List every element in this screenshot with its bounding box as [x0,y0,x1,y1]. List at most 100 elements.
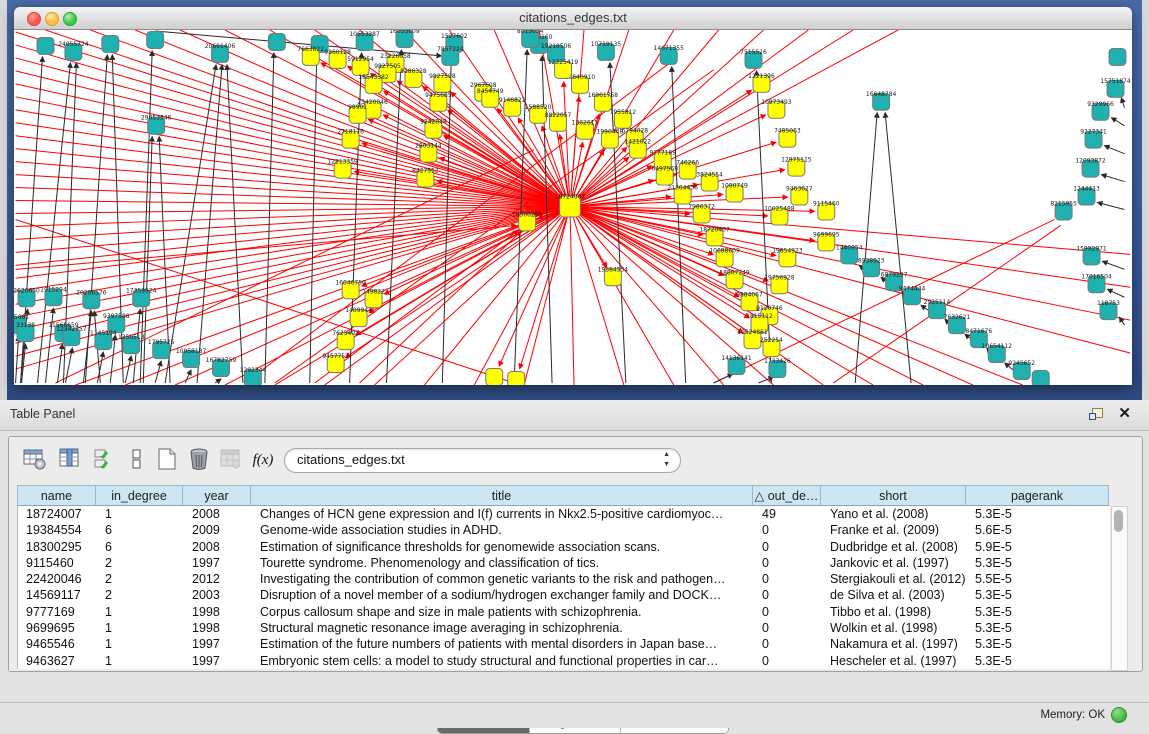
table-cell[interactable]: Franke et al. (2009) [822,522,967,538]
column-header-name[interactable]: name [17,485,96,506]
table-cell[interactable]: 18724007 [18,506,97,522]
table-cell[interactable]: 9699695 [18,620,97,636]
table-cell[interactable]: 0 [754,636,822,652]
table-cell[interactable]: 18300295 [18,539,97,555]
table-cell[interactable]: 2 [97,571,184,587]
table-row[interactable]: 1872400712008Changes of HCN gene express… [18,506,1110,522]
table-cell[interactable]: de Silva et al. (2003) [822,587,967,603]
table-cell[interactable]: 5.9E-5 [967,539,1110,555]
table-cell[interactable]: 2009 [184,522,252,538]
table-cell[interactable]: Structural magnetic resonance image aver… [252,620,754,636]
graph-node[interactable] [1032,371,1049,385]
table-cell[interactable]: 5.6E-5 [967,522,1110,538]
network-window-titlebar[interactable]: citations_edges.txt [14,7,1132,30]
table-cell[interactable]: Nakamura et al. (1997) [822,636,967,652]
table-cell[interactable]: 0 [754,653,822,669]
table-cell[interactable]: 5.3E-5 [967,620,1110,636]
table-rows[interactable]: 1872400712008Changes of HCN gene express… [17,506,1110,669]
column-header-short[interactable]: short [821,485,966,506]
column-header-in-degree[interactable]: in_degree [96,485,183,506]
table-row[interactable]: 2242004622012Investigating the contribut… [18,571,1110,587]
row-stack-icon[interactable] [123,446,151,474]
table-cell[interactable]: 19384554 [18,522,97,538]
table-cell[interactable]: 9463627 [18,653,97,669]
graph-node[interactable] [37,37,54,54]
table-cell[interactable]: 9115460 [18,555,97,571]
table-cell[interactable]: 2 [97,587,184,603]
table-cell[interactable]: Hescheler et al. (1997) [822,653,967,669]
table-cell[interactable]: 5.3E-5 [967,587,1110,603]
table-cell[interactable]: Stergiakouli et al. (2012) [822,571,967,587]
table-cell[interactable]: Investigating the contribution of common… [252,571,754,587]
table-row[interactable]: 977716911998Corpus callosum shape and si… [18,604,1110,620]
vertical-scrollbar[interactable] [1111,506,1128,671]
new-column-icon[interactable] [153,446,181,474]
table-cell[interactable]: 5.3E-5 [967,604,1110,620]
column-header-title[interactable]: title [251,485,753,506]
table-row[interactable]: 946554611997Estimation of the future num… [18,636,1110,652]
table-row[interactable]: 946362711997Embryonic stem cells: a mode… [18,653,1110,669]
show-columns-icon[interactable] [56,446,84,474]
table-cell[interactable]: 14569117 [18,587,97,603]
table-cell[interactable]: Corpus callosum shape and size in male p… [252,604,754,620]
table-cell[interactable]: 6 [97,522,184,538]
table-cell[interactable]: Genome-wide association studies in ADHD. [252,522,754,538]
column-header-out-degree[interactable]: △ out_de… [753,485,821,506]
table-cell[interactable]: Jankovic et al. (1997) [822,555,967,571]
select-rows-icon[interactable] [91,446,119,474]
table-cell[interactable]: Disruption of a novel member of a sodium… [252,587,754,603]
table-cell[interactable]: 1998 [184,620,252,636]
table-cell[interactable]: 9465546 [18,636,97,652]
table-cell[interactable]: 1998 [184,604,252,620]
table-row[interactable]: 969969511998Structural magnetic resonanc… [18,620,1110,636]
table-row[interactable]: 911546021997Tourette syndrome. Phenomeno… [18,555,1110,571]
delete-column-icon[interactable] [185,446,213,474]
table-cell[interactable]: 0 [754,522,822,538]
table-cell[interactable]: 5.3E-5 [967,506,1110,522]
table-cell[interactable]: Dudbridge et al. (2008) [822,539,967,555]
table-cell[interactable]: Tibbo et al. (1998) [822,604,967,620]
table-row[interactable]: 1938455462009Genome-wide association stu… [18,522,1110,538]
table-cell[interactable]: 5.3E-5 [967,653,1110,669]
network-view-window[interactable]: citations_edges.txt 24055724206914061065… [14,7,1132,385]
table-cell[interactable]: 0 [754,571,822,587]
table-cell[interactable]: 1 [97,604,184,620]
table-cell[interactable]: 2008 [184,539,252,555]
network-canvas[interactable]: 2405572420691406106532871527602846616010… [14,30,1132,385]
table-cell[interactable]: 5.3E-5 [967,636,1110,652]
graph-node[interactable] [268,33,285,50]
graph-node[interactable] [486,369,503,385]
scrollbar-thumb[interactable] [1114,510,1123,532]
table-cell[interactable]: 2008 [184,506,252,522]
table-cell[interactable]: Estimation of the future numbers of pati… [252,636,754,652]
table-cell[interactable]: 2 [97,555,184,571]
table-cell[interactable]: 2012 [184,571,252,587]
table-row[interactable]: 1830029562008Estimation of significance … [18,539,1110,555]
table-cell[interactable]: 0 [754,620,822,636]
table-cell[interactable]: 5.5E-5 [967,571,1110,587]
function-builder-icon[interactable]: f(x) [249,446,277,474]
table-row[interactable]: 1456911722003Disruption of a novel membe… [18,587,1110,603]
close-panel-icon[interactable]: ✕ [1118,405,1131,423]
table-cell[interactable]: 1997 [184,636,252,652]
table-cell[interactable]: 1 [97,653,184,669]
table-cell[interactable]: 0 [754,555,822,571]
table-cell[interactable]: 1 [97,506,184,522]
column-header-pagerank[interactable]: pagerank [966,485,1109,506]
table-cell[interactable]: 1 [97,620,184,636]
graph-node[interactable] [147,31,164,48]
citation-network-graph[interactable]: 2405572420691406106532871527602846616010… [14,30,1132,385]
table-cell[interactable]: 1997 [184,653,252,669]
table-cell[interactable]: 0 [754,587,822,603]
float-panel-icon[interactable] [1089,408,1103,421]
table-cell[interactable]: 1997 [184,555,252,571]
table-cell[interactable]: 9777169 [18,604,97,620]
column-header-year[interactable]: year [183,485,251,506]
table-cell[interactable]: 2003 [184,587,252,603]
table-cell[interactable]: 5.3E-5 [967,555,1110,571]
table-cell[interactable]: 49 [754,506,822,522]
memory-ok-indicator-icon[interactable] [1111,707,1127,723]
table-cell[interactable]: 0 [754,604,822,620]
graph-node[interactable] [508,372,525,385]
table-cell[interactable]: Estimation of significance thresholds fo… [252,539,754,555]
